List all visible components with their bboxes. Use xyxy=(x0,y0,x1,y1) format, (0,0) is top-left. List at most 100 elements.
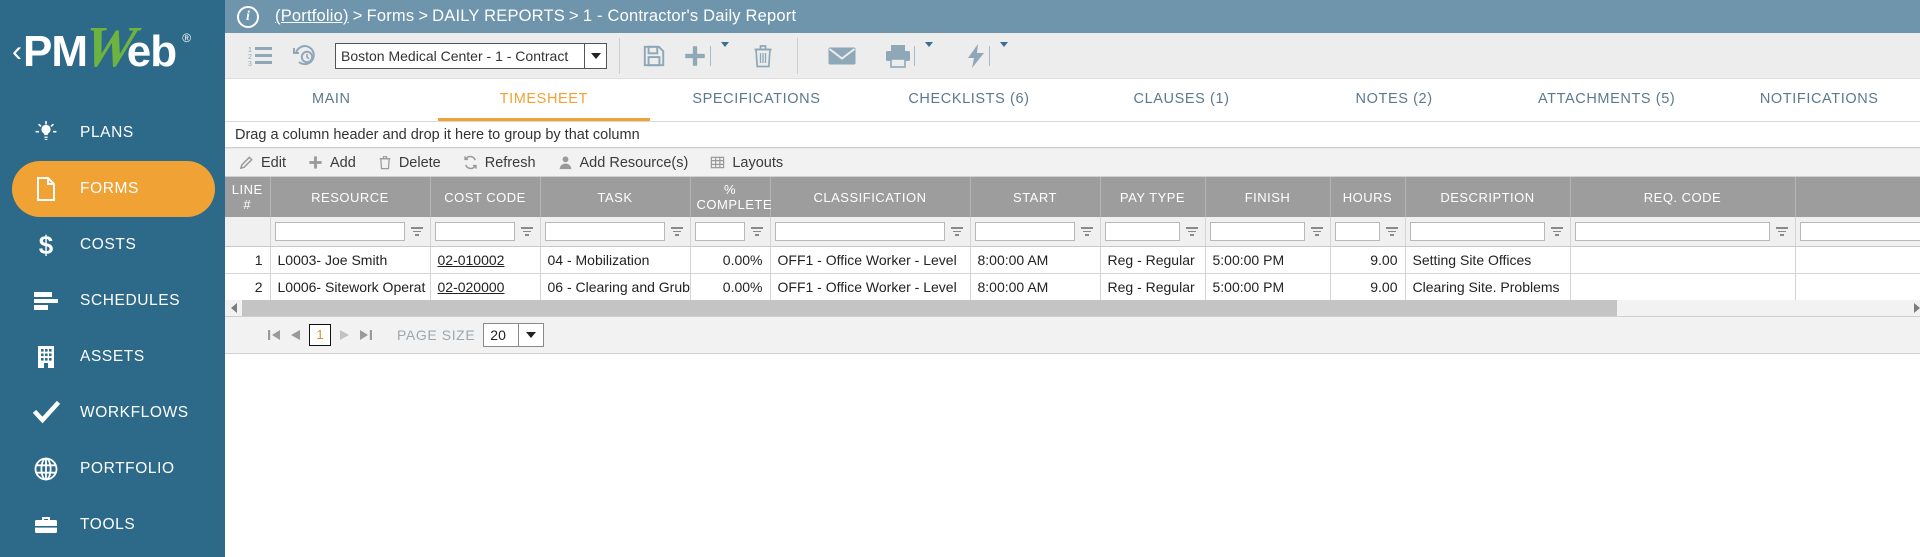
save-button[interactable] xyxy=(632,37,676,75)
add-resources-button[interactable]: Add Resource(s) xyxy=(558,155,688,171)
scroll-left-icon[interactable] xyxy=(225,300,242,316)
group-by-dropzone[interactable]: Drag a column header and drop it here to… xyxy=(225,122,1920,148)
filter-cost-code-input[interactable] xyxy=(434,221,515,241)
filter-menu-icon[interactable] xyxy=(408,222,426,241)
delete-button[interactable] xyxy=(741,37,785,75)
col-percent-complete[interactable]: % COMPLETE xyxy=(690,177,772,217)
filter-percent-complete[interactable] xyxy=(690,217,771,247)
refresh-button[interactable]: Refresh xyxy=(463,155,536,171)
filter-start-input[interactable] xyxy=(974,221,1075,241)
cell-cost-code[interactable]: 02-010002 xyxy=(430,246,541,274)
tab-timesheet[interactable]: TIMESHEET xyxy=(437,79,651,121)
table-row[interactable]: 2 L0006- Sitework Operat 02-020000 06 - … xyxy=(225,273,1920,301)
filter-extra-input[interactable] xyxy=(1799,221,1920,241)
breadcrumb-portfolio-link[interactable]: (Portfolio) xyxy=(275,7,349,25)
tab-notifications[interactable]: NOTIFICATIONS xyxy=(1713,79,1920,121)
filter-req-code[interactable] xyxy=(1570,217,1796,247)
scrollbar-track[interactable] xyxy=(242,300,1909,316)
project-select[interactable]: Boston Medical Center - 1 - Contract xyxy=(335,42,607,69)
col-finish[interactable]: FINISH xyxy=(1205,177,1331,217)
col-cost-code[interactable]: COST CODE xyxy=(430,177,541,217)
tab-clauses[interactable]: CLAUSES (1) xyxy=(1075,79,1288,121)
filter-menu-icon[interactable] xyxy=(1548,222,1566,241)
breadcrumb-daily-reports[interactable]: DAILY REPORTS xyxy=(432,7,565,25)
sidebar-item-costs[interactable]: $ COSTS xyxy=(12,217,215,273)
sidebar-collapse-icon[interactable]: ‹ xyxy=(12,36,22,67)
delete-row-button[interactable]: Delete xyxy=(378,155,441,171)
sidebar-item-assets[interactable]: ASSETS xyxy=(12,329,215,385)
filter-classification-input[interactable] xyxy=(774,221,945,241)
filter-menu-icon[interactable] xyxy=(1308,222,1326,241)
filter-menu-icon[interactable] xyxy=(748,222,766,241)
filter-description[interactable] xyxy=(1405,217,1571,247)
col-description[interactable]: DESCRIPTION xyxy=(1405,177,1571,217)
cell-cost-code[interactable]: 02-020000 xyxy=(430,273,541,301)
next-page-icon[interactable] xyxy=(333,324,355,346)
email-button[interactable] xyxy=(820,37,864,75)
page-size-select[interactable]: 20 xyxy=(483,322,545,347)
horizontal-scrollbar[interactable] xyxy=(225,300,1920,317)
add-dropdown-icon[interactable] xyxy=(715,41,735,65)
filter-classification[interactable] xyxy=(770,217,971,247)
filter-extra[interactable] xyxy=(1795,217,1920,247)
scroll-right-icon[interactable] xyxy=(1908,300,1920,316)
chevron-down-icon[interactable] xyxy=(584,43,606,68)
col-hours[interactable]: HOURS xyxy=(1330,177,1406,217)
filter-menu-icon[interactable] xyxy=(518,222,536,241)
layouts-button[interactable]: Layouts xyxy=(710,155,783,171)
col-task[interactable]: TASK xyxy=(540,177,691,217)
workflow-dropdown-icon[interactable] xyxy=(994,41,1014,65)
print-dropdown-icon[interactable] xyxy=(919,41,939,65)
cost-code-link[interactable]: 02-020000 xyxy=(438,279,505,295)
tab-notes[interactable]: NOTES (2) xyxy=(1288,79,1501,121)
add-button[interactable] xyxy=(676,37,741,75)
table-row[interactable]: 1 L0003- Joe Smith 02-010002 04 - Mobili… xyxy=(225,246,1920,274)
workflow-button[interactable] xyxy=(959,37,1020,75)
col-line-number[interactable]: LINE # xyxy=(225,177,271,217)
filter-pay-type-input[interactable] xyxy=(1104,221,1180,241)
col-req-code[interactable]: REQ. CODE xyxy=(1570,177,1796,217)
prev-page-icon[interactable] xyxy=(285,324,307,346)
filter-req-code-input[interactable] xyxy=(1574,221,1770,241)
print-button[interactable] xyxy=(878,37,945,75)
filter-cost-code[interactable] xyxy=(430,217,541,247)
scrollbar-thumb[interactable] xyxy=(242,300,1617,316)
last-page-icon[interactable] xyxy=(355,324,377,346)
tab-main[interactable]: MAIN xyxy=(225,79,438,121)
edit-button[interactable]: Edit xyxy=(239,155,286,171)
filter-description-input[interactable] xyxy=(1409,221,1545,241)
col-resource[interactable]: RESOURCE xyxy=(270,177,431,217)
sidebar-item-workflows[interactable]: WORKFLOWS xyxy=(12,385,215,441)
col-classification[interactable]: CLASSIFICATION xyxy=(770,177,971,217)
breadcrumb-forms[interactable]: Forms xyxy=(367,7,415,25)
filter-menu-icon[interactable] xyxy=(1773,222,1791,241)
filter-resource-input[interactable] xyxy=(274,221,405,241)
history-icon[interactable] xyxy=(283,37,327,75)
sidebar-item-plans[interactable]: PLANS xyxy=(12,105,215,161)
filter-percent-input[interactable] xyxy=(694,221,745,241)
filter-menu-icon[interactable] xyxy=(668,222,686,241)
filter-task[interactable] xyxy=(540,217,691,247)
current-page[interactable]: 1 xyxy=(309,323,331,346)
filter-menu-icon[interactable] xyxy=(1183,222,1201,241)
filter-hours-input[interactable] xyxy=(1334,221,1380,241)
filter-resource[interactable] xyxy=(270,217,431,247)
filter-hours[interactable] xyxy=(1330,217,1406,247)
first-page-icon[interactable] xyxy=(263,324,285,346)
filter-menu-icon[interactable] xyxy=(1078,222,1096,241)
tab-attachments[interactable]: ATTACHMENTS (5) xyxy=(1500,79,1713,121)
tab-checklists[interactable]: CHECKLISTS (6) xyxy=(863,79,1076,121)
chevron-down-icon[interactable] xyxy=(518,323,543,346)
sidebar-item-forms[interactable]: FORMS xyxy=(12,161,215,217)
sidebar-item-tools[interactable]: TOOLS xyxy=(12,497,215,553)
col-start[interactable]: START xyxy=(970,177,1101,217)
filter-finish-input[interactable] xyxy=(1209,221,1305,241)
filter-menu-icon[interactable] xyxy=(1383,222,1401,241)
sidebar-item-portfolio[interactable]: PORTFOLIO xyxy=(12,441,215,497)
tab-specifications[interactable]: SPECIFICATIONS xyxy=(650,79,863,121)
cost-code-link[interactable]: 02-010002 xyxy=(438,252,505,268)
info-icon[interactable]: i xyxy=(237,5,259,28)
col-extra[interactable] xyxy=(1795,177,1920,217)
filter-pay-type[interactable] xyxy=(1100,217,1206,247)
add-row-button[interactable]: Add xyxy=(308,155,356,171)
